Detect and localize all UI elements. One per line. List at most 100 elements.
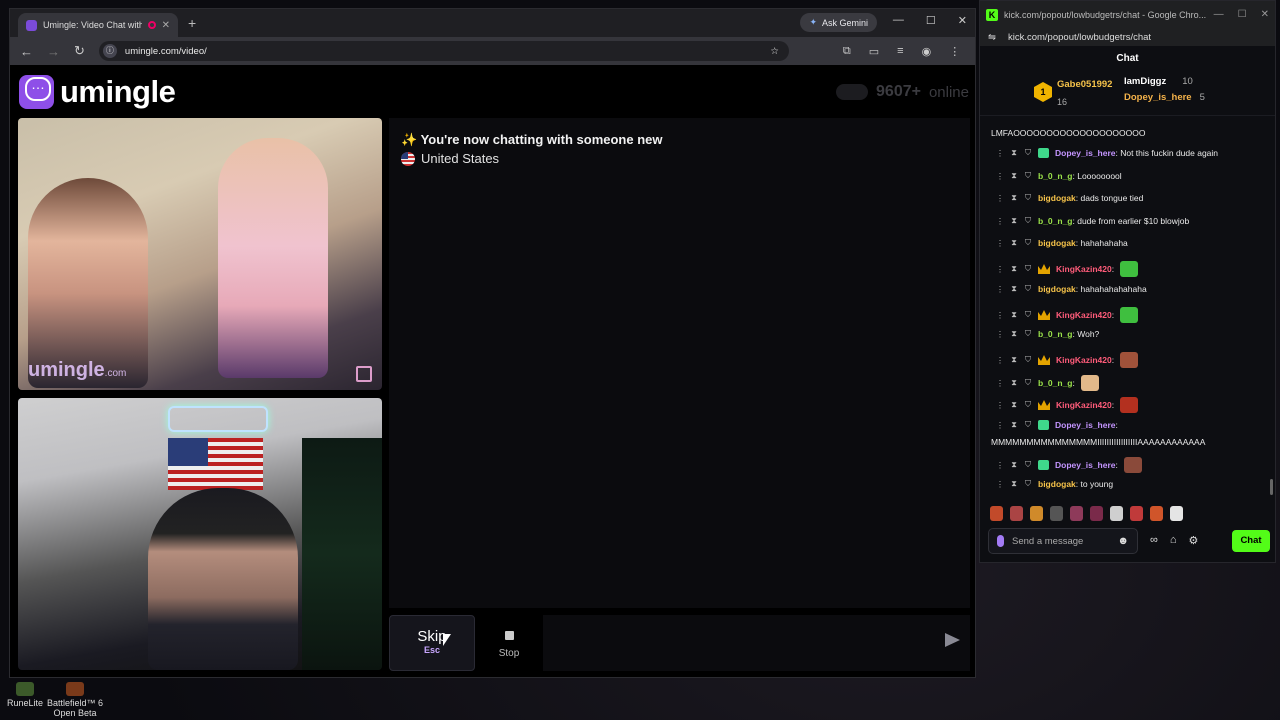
emote-icon[interactable]: [1130, 506, 1143, 521]
timeout-icon[interactable]: ⧗: [1010, 193, 1018, 203]
pin-icon[interactable]: ⋮: [996, 330, 1004, 339]
timeout-icon[interactable]: ⧗: [1010, 355, 1018, 365]
profile-icon[interactable]: ◉: [922, 45, 932, 58]
us-flag-icon: [401, 151, 415, 166]
pin-icon[interactable]: ⋮: [996, 461, 1004, 470]
extensions-icon[interactable]: ⧉: [843, 45, 851, 58]
tab-umingle[interactable]: Umingle: Video Chat with S ✕: [18, 13, 178, 37]
kick-address-bar[interactable]: ⇋ kick.com/popout/lowbudgetrs/chat: [980, 28, 1275, 46]
timeout-icon[interactable]: ⧗: [1010, 460, 1018, 470]
timeout-icon[interactable]: ⧗: [1010, 329, 1018, 339]
pin-icon[interactable]: ⋮: [996, 217, 1004, 226]
points-icon[interactable]: ∞: [1150, 534, 1158, 547]
pin-icon[interactable]: ⋮: [996, 285, 1004, 294]
minimize-icon[interactable]: —: [1214, 9, 1224, 20]
chat-username[interactable]: bigdogak: [1038, 238, 1076, 248]
new-tab-icon[interactable]: +: [188, 15, 196, 31]
chat-username[interactable]: bigdogak: [1038, 284, 1076, 294]
timeout-icon[interactable]: ⧗: [1010, 284, 1018, 294]
timeout-icon[interactable]: ⧗: [1010, 378, 1018, 388]
emote-icon[interactable]: [1090, 506, 1103, 521]
close-icon[interactable]: ✕: [958, 14, 967, 27]
chat-send-button[interactable]: Chat: [1232, 530, 1270, 552]
cast-icon[interactable]: ▭: [869, 45, 879, 58]
chat-username[interactable]: KingKazin420: [1056, 355, 1112, 365]
chat-username[interactable]: KingKazin420: [1056, 400, 1112, 410]
timeout-icon[interactable]: ⧗: [1010, 479, 1018, 489]
minimize-icon[interactable]: —: [893, 14, 904, 27]
top-gifter-2[interactable]: IamDiggz 10: [1124, 74, 1205, 90]
bookmark-star-icon[interactable]: ☆: [770, 46, 779, 57]
chat-message-input[interactable]: Send a message ☻: [988, 528, 1138, 554]
reload-icon[interactable]: ↻: [74, 43, 85, 59]
top-gifter-3[interactable]: Dopey_is_here 5: [1124, 90, 1205, 106]
chat-username[interactable]: b_0_n_g: [1038, 171, 1073, 181]
emote-icon[interactable]: [1030, 506, 1043, 521]
chat-username[interactable]: Dopey_is_here: [1055, 460, 1115, 470]
store-icon[interactable]: ⌂: [1170, 534, 1177, 547]
maximize-icon[interactable]: ☐: [1238, 9, 1247, 20]
desktop-icon-battlefield[interactable]: Battlefield™ 6 Open Beta: [40, 682, 110, 718]
pin-icon[interactable]: ⋮: [996, 379, 1004, 388]
top-gifter-1[interactable]: 1 Gabe051992 16: [1034, 74, 1112, 110]
url-field[interactable]: ⓘ umingle.com/video/ ☆: [98, 41, 789, 61]
timeout-icon[interactable]: ⧗: [1010, 310, 1018, 320]
chat-username[interactable]: bigdogak: [1038, 193, 1076, 203]
stop-button[interactable]: Stop: [481, 615, 537, 671]
chat-username[interactable]: bigdogak: [1038, 479, 1076, 489]
send-icon[interactable]: [945, 633, 960, 647]
forward-icon[interactable]: →: [47, 44, 60, 59]
back-icon[interactable]: ←: [20, 44, 33, 59]
pin-icon[interactable]: ⋮: [996, 480, 1004, 489]
chat-username[interactable]: b_0_n_g: [1038, 378, 1073, 388]
theme-toggle[interactable]: [836, 84, 869, 100]
microphone-icon[interactable]: [997, 535, 1004, 547]
timeout-icon[interactable]: ⧗: [1010, 264, 1018, 274]
ask-gemini-button[interactable]: ✦ Ask Gemini: [800, 13, 877, 32]
report-flag-icon[interactable]: [356, 366, 372, 382]
emote-icon[interactable]: [1010, 506, 1023, 521]
settings-gear-icon[interactable]: ⚙: [1189, 534, 1199, 547]
maximize-icon[interactable]: ☐: [926, 14, 936, 27]
timeout-icon[interactable]: ⧗: [1010, 148, 1018, 158]
chat-username[interactable]: b_0_n_g: [1038, 216, 1073, 226]
timeout-icon[interactable]: ⧗: [1010, 420, 1018, 430]
site-info-icon[interactable]: ⓘ: [102, 44, 117, 58]
chat-username[interactable]: b_0_n_g: [1038, 329, 1073, 339]
emoji-icon[interactable]: ☻: [1117, 535, 1129, 547]
chat-username[interactable]: Dopey_is_here: [1055, 148, 1115, 158]
emote-icon[interactable]: [1110, 506, 1123, 521]
pin-icon[interactable]: ⋮: [996, 311, 1004, 320]
timeout-icon[interactable]: ⧗: [1010, 216, 1018, 226]
skip-button[interactable]: Skip Esc: [389, 615, 475, 671]
close-tab-icon[interactable]: ✕: [162, 20, 170, 31]
pin-icon[interactable]: ⋮: [996, 194, 1004, 203]
timeout-icon[interactable]: ⧗: [1010, 400, 1018, 410]
timeout-icon[interactable]: ⧗: [1010, 238, 1018, 248]
timeout-icon[interactable]: ⧗: [1010, 171, 1018, 181]
chat-scrollbar[interactable]: [1270, 479, 1273, 495]
chat-username[interactable]: Dopey_is_here: [1055, 420, 1115, 430]
emote-icon[interactable]: [1050, 506, 1063, 521]
umingle-logo[interactable]: umingle: [19, 74, 176, 110]
chat-username[interactable]: KingKazin420: [1056, 264, 1112, 274]
chat-username[interactable]: KingKazin420: [1056, 310, 1112, 320]
pin-icon[interactable]: ⋮: [996, 239, 1004, 248]
emote-icon[interactable]: [1150, 506, 1163, 521]
emote-icon[interactable]: [990, 506, 1003, 521]
pin-icon[interactable]: ⋮: [996, 421, 1004, 430]
pin-icon[interactable]: ⋮: [996, 149, 1004, 158]
menu-icon[interactable]: ⋮: [949, 45, 960, 58]
pin-icon[interactable]: ⋮: [996, 172, 1004, 181]
pin-icon[interactable]: ⋮: [996, 356, 1004, 365]
shield-icon: ⛉: [1025, 310, 1031, 319]
emote-icon[interactable]: [1170, 506, 1183, 521]
site-settings-icon[interactable]: ⇋: [988, 32, 996, 43]
pin-icon[interactable]: ⋮: [996, 401, 1004, 410]
message-input[interactable]: [543, 615, 970, 671]
pin-icon[interactable]: ⋮: [996, 265, 1004, 274]
country-line: United States: [401, 151, 499, 166]
media-icon[interactable]: ≡: [897, 45, 903, 58]
close-icon[interactable]: ✕: [1261, 9, 1269, 20]
emote-icon[interactable]: [1070, 506, 1083, 521]
